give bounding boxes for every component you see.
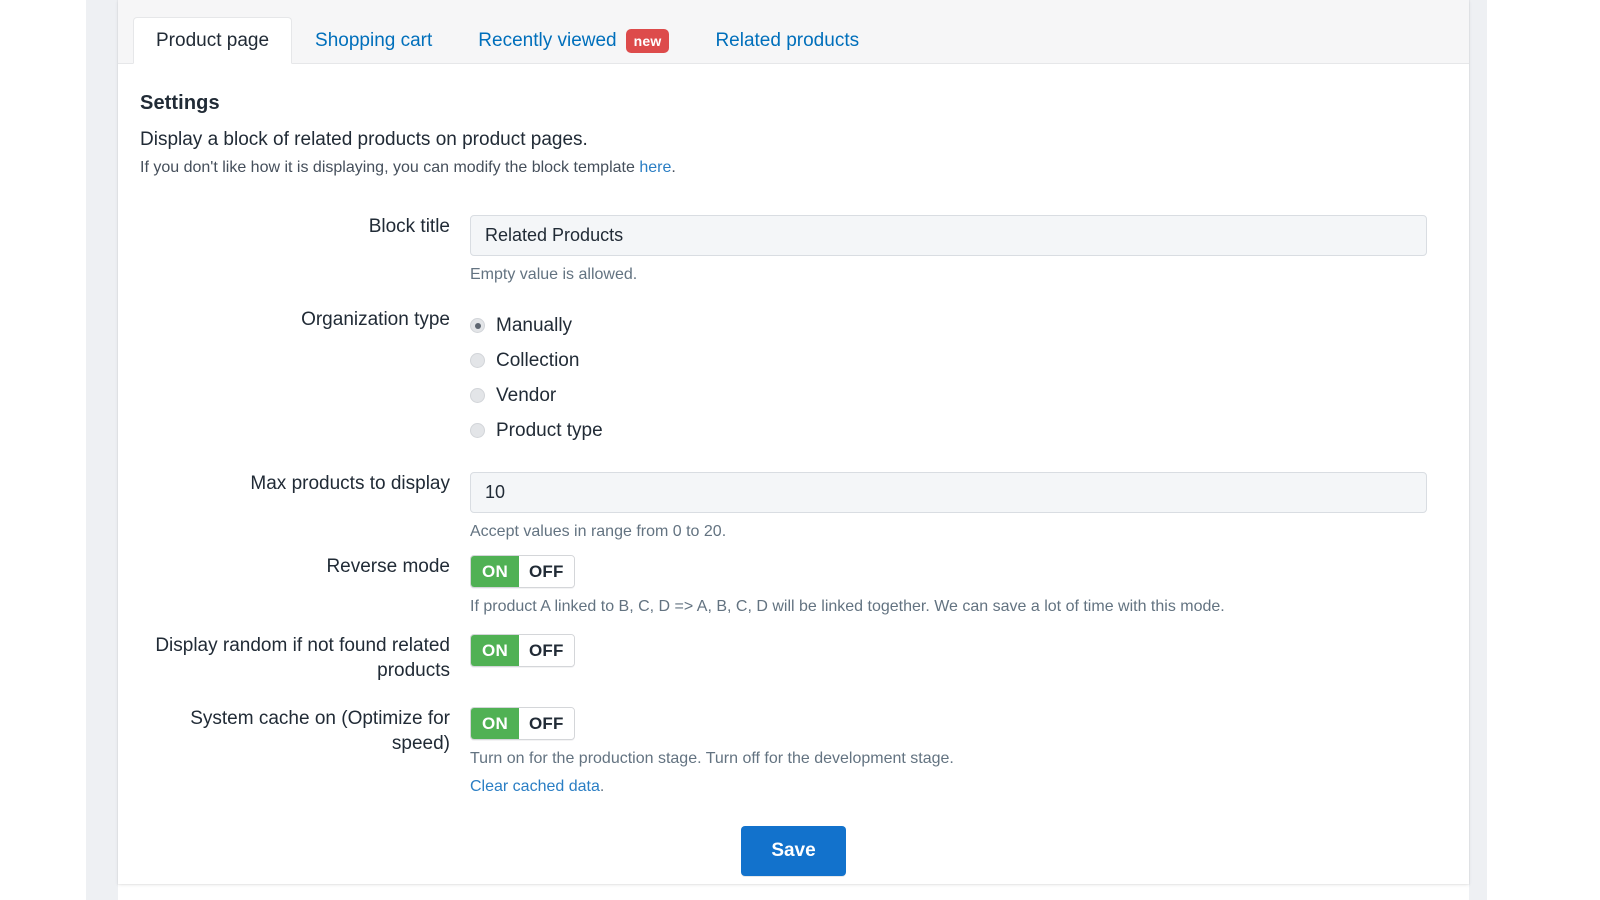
radio-icon-collection (470, 353, 485, 368)
reverse-mode-toggle-off[interactable]: OFF (519, 556, 574, 587)
radio-label-vendor: Vendor (496, 384, 557, 406)
radio-icon-product-type (470, 423, 485, 438)
max-products-field-wrap: Accept values in range from 0 to 20. (470, 472, 1447, 541)
system-cache-field-wrap: ON OFF Turn on for the production stage.… (470, 707, 1447, 796)
block-template-link[interactable]: here (639, 159, 671, 176)
tab-product-page[interactable]: Product page (133, 17, 293, 64)
row-max-products: Max products to display Accept values in… (140, 472, 1447, 541)
tab-related-products-label: Related products (715, 30, 860, 51)
radio-option-collection[interactable]: Collection (470, 343, 1447, 378)
left-gutter (86, 0, 118, 900)
tab-product-page-label: Product page (156, 29, 270, 51)
radio-label-collection: Collection (496, 349, 580, 371)
tab-recently-viewed[interactable]: Recently viewed new (455, 17, 692, 64)
clear-cached-data-suffix: . (599, 778, 605, 796)
radio-icon-vendor (470, 388, 485, 403)
row-block-title: Block title Empty value is allowed. (140, 215, 1447, 284)
reverse-mode-toggle[interactable]: ON OFF (470, 555, 575, 588)
tab-recently-viewed-label: Recently viewed (478, 30, 617, 51)
max-products-label: Max products to display (250, 473, 450, 494)
settings-description: Display a block of related products on p… (140, 129, 588, 150)
reverse-mode-help: If product A linked to B, C, D => A, B, … (470, 598, 1225, 615)
max-products-help: Accept values in range from 0 to 20. (470, 523, 727, 540)
right-gutter (1469, 0, 1487, 900)
tab-shopping-cart[interactable]: Shopping cart (292, 17, 455, 64)
display-random-label: Display random if not found related prod… (155, 635, 450, 681)
settings-card: Product page Shopping cart Recently view… (118, 0, 1469, 884)
settings-subdescription-prefix: If you don't like how it is displaying, … (140, 159, 640, 176)
row-system-cache: System cache on (Optimize for speed) ON … (140, 707, 1447, 796)
radio-icon-manually (470, 318, 485, 333)
system-cache-toggle[interactable]: ON OFF (470, 707, 575, 741)
display-random-toggle[interactable]: ON OFF (470, 634, 575, 667)
radio-option-product-type[interactable]: Product type (470, 413, 1447, 448)
block-title-help: Empty value is allowed. (470, 266, 638, 283)
page-title: Settings (140, 92, 220, 114)
block-title-label: Block title (368, 216, 450, 237)
settings-form: Block title Empty value is allowed. Orga… (140, 215, 1447, 877)
display-random-toggle-on[interactable]: ON (471, 635, 519, 666)
system-cache-toggle-off[interactable]: OFF (519, 708, 574, 740)
system-cache-clear-line: Clear cached data. (470, 778, 1447, 796)
tab-related-products[interactable]: Related products (692, 17, 882, 64)
organization-type-options: Manually Collection Vendor Product type (470, 308, 1447, 448)
display-random-field-wrap: ON OFF (470, 634, 1447, 667)
radio-label-manually: Manually (496, 314, 573, 336)
block-title-field-wrap: Empty value is allowed. (470, 215, 1447, 284)
settings-subdescription: If you don't like how it is displaying, … (140, 159, 1447, 177)
tab-shopping-cart-label: Shopping cart (315, 30, 433, 51)
radio-option-vendor[interactable]: Vendor (470, 378, 1447, 413)
clear-cached-data-link[interactable]: Clear cached data (470, 778, 600, 795)
reverse-mode-label: Reverse mode (326, 556, 450, 577)
card-body: Settings Display a block of related prod… (118, 64, 1469, 877)
system-cache-help: Turn on for the production stage. Turn o… (470, 750, 954, 768)
save-button-wrap: Save (140, 826, 1447, 877)
tab-bar: Product page Shopping cart Recently view… (118, 0, 1469, 64)
new-badge: new (625, 29, 670, 53)
reverse-mode-field-wrap: ON OFF If product A linked to B, C, D =>… (470, 555, 1447, 616)
radio-option-manually[interactable]: Manually (470, 308, 1447, 343)
radio-label-product-type: Product type (496, 419, 603, 441)
system-cache-toggle-on[interactable]: ON (471, 708, 519, 740)
max-products-input[interactable] (470, 472, 1427, 513)
page-background: Product page Shopping cart Recently view… (0, 0, 1600, 900)
row-display-random: Display random if not found related prod… (140, 634, 1447, 683)
display-random-toggle-off[interactable]: OFF (519, 635, 574, 666)
row-organization-type: Organization type Manually Collection Ve… (140, 308, 1447, 448)
reverse-mode-toggle-on[interactable]: ON (471, 556, 519, 587)
row-reverse-mode: Reverse mode ON OFF If product A linked … (140, 555, 1447, 616)
save-button[interactable]: Save (741, 826, 846, 877)
settings-subdescription-suffix: . (671, 159, 676, 176)
block-title-input[interactable] (470, 215, 1427, 256)
organization-type-label: Organization type (301, 309, 450, 330)
system-cache-label: System cache on (Optimize for speed) (190, 708, 450, 755)
